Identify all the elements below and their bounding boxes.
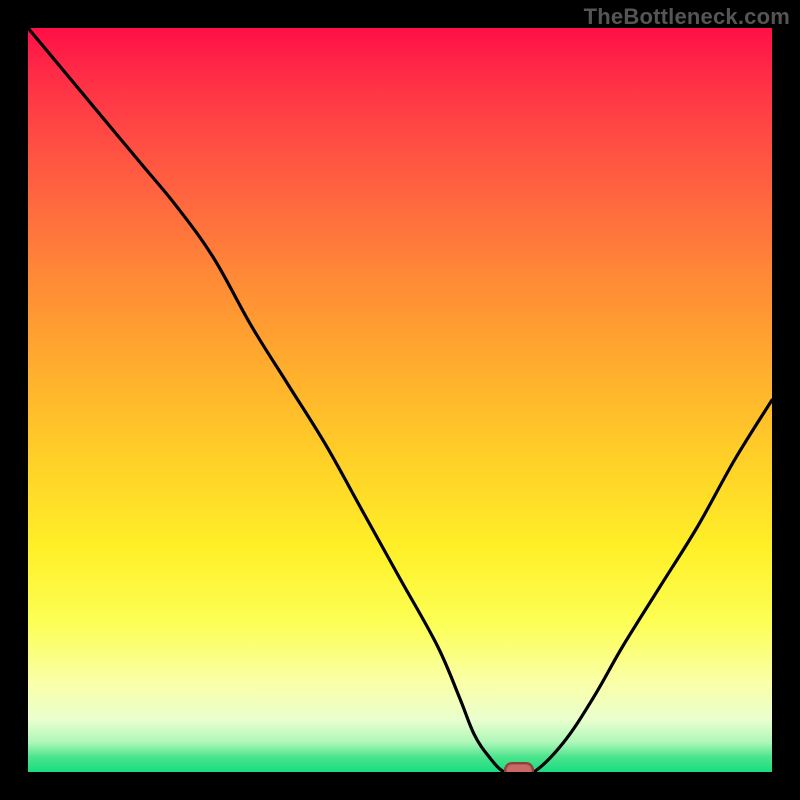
chart-frame: TheBottleneck.com xyxy=(0,0,800,800)
bottleneck-curve xyxy=(28,28,772,772)
watermark-text: TheBottleneck.com xyxy=(584,4,790,30)
curve-path xyxy=(28,28,772,772)
plot-area xyxy=(28,28,772,772)
optimal-marker xyxy=(504,762,534,772)
